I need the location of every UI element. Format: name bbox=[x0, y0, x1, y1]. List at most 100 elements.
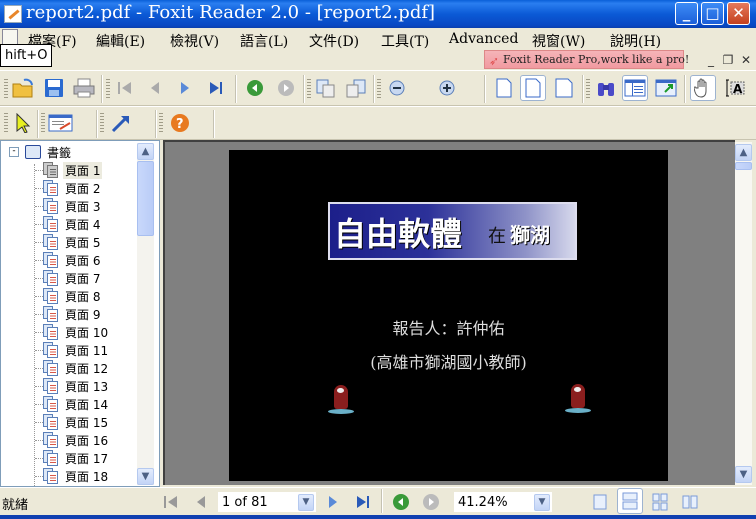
page-icon bbox=[43, 468, 58, 484]
toolbar-grip[interactable] bbox=[106, 79, 110, 99]
save-icon[interactable] bbox=[41, 75, 67, 101]
toolbar-grip[interactable] bbox=[159, 113, 163, 133]
scroll-up-button[interactable]: ▲ bbox=[137, 143, 154, 160]
bookmark-scrollbar[interactable]: ▲ ▼ bbox=[137, 143, 154, 485]
status-next-page-icon[interactable] bbox=[320, 489, 346, 515]
prev-page-icon[interactable] bbox=[142, 75, 168, 101]
menu-edit[interactable]: 編輯(E) bbox=[96, 31, 145, 51]
help-icon[interactable]: ? bbox=[167, 110, 193, 136]
promo-banner[interactable]: ➶ Foxit Reader Pro,work like a pro! bbox=[484, 50, 689, 69]
bookmark-item[interactable]: 頁面 1 bbox=[43, 161, 103, 179]
annotation-icon[interactable] bbox=[48, 110, 74, 136]
toolbar-grip[interactable] bbox=[100, 113, 104, 133]
bookmark-item[interactable]: 頁面 14 bbox=[43, 395, 110, 413]
doc-close-button[interactable]: ✕ bbox=[738, 52, 754, 68]
first-page-icon[interactable] bbox=[112, 75, 138, 101]
facing-continuous-layout-icon[interactable] bbox=[647, 489, 673, 515]
toolbar-grip[interactable] bbox=[377, 79, 381, 99]
toolbar-grip[interactable] bbox=[4, 79, 8, 99]
find-icon[interactable] bbox=[593, 75, 619, 101]
status-forward-icon[interactable] bbox=[418, 489, 444, 515]
actual-size-icon[interactable] bbox=[491, 75, 517, 101]
menu-tools[interactable]: 工具(T) bbox=[381, 31, 429, 51]
menu-window[interactable]: 視窗(W) bbox=[532, 31, 585, 51]
last-page-icon[interactable] bbox=[203, 75, 229, 101]
status-first-page-icon[interactable] bbox=[158, 489, 184, 515]
fit-page-icon[interactable] bbox=[520, 75, 546, 101]
insert-page-icon[interactable] bbox=[343, 75, 369, 101]
bookmark-root[interactable]: - 書籤 bbox=[9, 143, 73, 161]
zoom-combo[interactable]: 41.24% ▼ bbox=[454, 492, 552, 512]
hand-tool-icon[interactable] bbox=[690, 75, 716, 101]
zoom-out-icon[interactable] bbox=[384, 75, 410, 101]
print-icon[interactable] bbox=[71, 75, 97, 101]
menu-advanced[interactable]: Advanced bbox=[449, 31, 518, 47]
menu-view[interactable]: 檢視(V) bbox=[170, 31, 219, 51]
bookmark-item[interactable]: 頁面 18 bbox=[43, 467, 110, 485]
bookmark-item[interactable]: 頁面 8 bbox=[43, 287, 102, 305]
arrow-tool-icon[interactable] bbox=[108, 110, 134, 136]
bookmark-item[interactable]: 頁面 7 bbox=[43, 269, 102, 287]
bookmark-item[interactable]: 頁面 6 bbox=[43, 251, 102, 269]
bookmark-item[interactable]: 頁面 15 bbox=[43, 413, 110, 431]
back-icon[interactable] bbox=[242, 75, 268, 101]
continuous-layout-icon[interactable] bbox=[617, 488, 643, 514]
toolbar-separator bbox=[484, 75, 486, 103]
bookmark-item[interactable]: 頁面 3 bbox=[43, 197, 102, 215]
bookmark-item[interactable]: 頁面 5 bbox=[43, 233, 102, 251]
forward-icon[interactable] bbox=[273, 75, 299, 101]
status-last-page-icon[interactable] bbox=[350, 489, 376, 515]
menu-document[interactable]: 文件(D) bbox=[309, 31, 359, 51]
fullscreen-icon[interactable] bbox=[653, 75, 679, 101]
toolbar-grip[interactable] bbox=[307, 79, 311, 99]
scroll-thumb[interactable] bbox=[735, 162, 752, 170]
bookmark-item[interactable]: 頁面 10 bbox=[43, 323, 110, 341]
bookmark-label: 頁面 3 bbox=[65, 199, 101, 214]
doc-minimize-button[interactable]: _ bbox=[703, 52, 719, 68]
toolbar-grip[interactable] bbox=[586, 79, 590, 99]
bookmark-item[interactable]: 頁面 16 bbox=[43, 431, 110, 449]
next-page-icon[interactable] bbox=[172, 75, 198, 101]
collapse-icon[interactable]: - bbox=[9, 147, 19, 157]
scroll-down-button[interactable]: ▼ bbox=[735, 466, 752, 483]
status-back-icon[interactable] bbox=[388, 489, 414, 515]
scroll-up-button[interactable]: ▲ bbox=[735, 144, 752, 161]
open-icon[interactable] bbox=[10, 75, 36, 101]
zoom-dropdown-button[interactable]: ▼ bbox=[534, 494, 550, 511]
extract-page-icon[interactable] bbox=[313, 75, 339, 101]
bookmark-item[interactable]: 頁面 13 bbox=[43, 377, 110, 395]
bookmark-item[interactable]: 頁面 2 bbox=[43, 179, 102, 197]
maximize-button[interactable]: □ bbox=[701, 2, 724, 25]
minimize-button[interactable]: _ bbox=[675, 2, 698, 25]
bookmark-item[interactable]: 頁面 17 bbox=[43, 449, 110, 467]
doc-restore-button[interactable]: ❐ bbox=[720, 52, 736, 68]
toolbar-grip[interactable] bbox=[41, 113, 45, 133]
bookmark-item[interactable]: 頁面 12 bbox=[43, 359, 110, 377]
single-page-layout-icon[interactable] bbox=[587, 489, 613, 515]
status-prev-page-icon[interactable] bbox=[188, 489, 214, 515]
page-icon bbox=[43, 342, 58, 358]
mascot-image bbox=[563, 382, 593, 414]
fit-width-icon[interactable] bbox=[551, 75, 577, 101]
bookmark-item[interactable]: 頁面 11 bbox=[43, 341, 110, 359]
select-tool-icon[interactable] bbox=[10, 110, 36, 136]
menu-language[interactable]: 語言(L) bbox=[240, 31, 288, 51]
close-button[interactable]: ✕ bbox=[727, 2, 750, 25]
document-scrollbar[interactable]: ▲ ▼ bbox=[735, 142, 752, 485]
bookmark-label: 頁面 6 bbox=[65, 253, 101, 268]
toolbar-separator bbox=[235, 75, 237, 103]
bookmark-label: 頁面 4 bbox=[65, 217, 101, 232]
menu-help[interactable]: 說明(H) bbox=[610, 31, 661, 51]
zoom-in-icon[interactable] bbox=[434, 75, 460, 101]
scroll-down-button[interactable]: ▼ bbox=[137, 468, 154, 485]
page-dropdown-button[interactable]: ▼ bbox=[298, 494, 314, 511]
bookmarks-panel-icon[interactable] bbox=[622, 75, 648, 101]
bookmark-item[interactable]: 頁面 4 bbox=[43, 215, 102, 233]
facing-layout-icon[interactable] bbox=[677, 489, 703, 515]
scroll-thumb[interactable] bbox=[137, 161, 154, 236]
text-select-icon[interactable]: A bbox=[722, 75, 748, 101]
page-icon bbox=[43, 360, 58, 376]
toolbar-grip[interactable] bbox=[4, 113, 8, 133]
page-number-combo[interactable]: 1 of 81 ▼ bbox=[218, 492, 316, 512]
bookmark-item[interactable]: 頁面 9 bbox=[43, 305, 102, 323]
